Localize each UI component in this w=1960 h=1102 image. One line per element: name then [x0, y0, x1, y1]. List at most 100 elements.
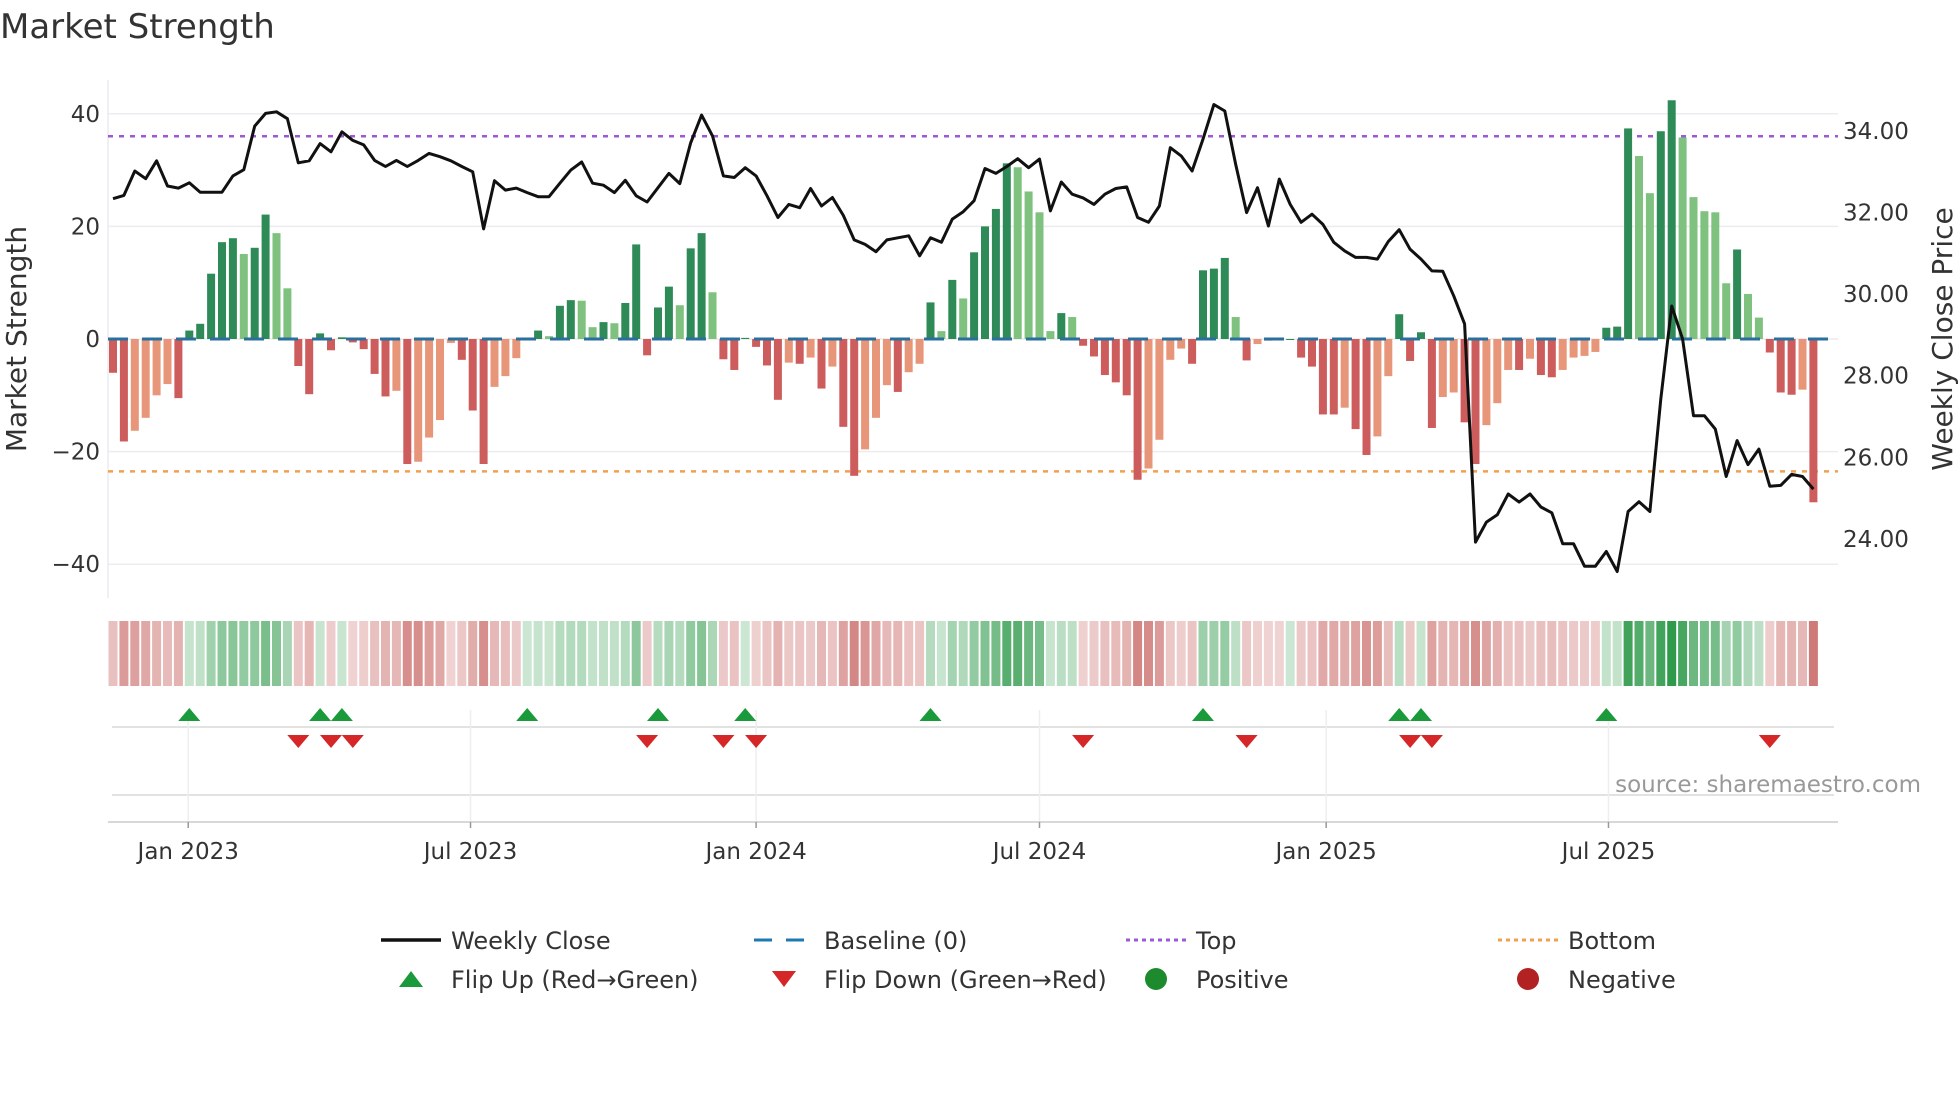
strip-cell: [795, 621, 805, 686]
strip-cell: [1558, 621, 1568, 686]
strength-bar: [741, 337, 750, 339]
flip-up-marker: [1410, 708, 1432, 721]
strength-bar: [1526, 339, 1534, 359]
strength-bar: [1362, 339, 1371, 455]
strength-bar: [468, 339, 477, 411]
strength-bar: [392, 339, 401, 391]
strip-cell: [479, 621, 489, 686]
strength-bar: [1079, 339, 1088, 346]
strip-cell: [664, 621, 674, 686]
strength-bar: [882, 339, 891, 386]
strip-cell: [1634, 621, 1644, 686]
legend-flip-down-green-red-icon: [772, 971, 796, 987]
strip-cell: [1503, 621, 1513, 686]
strength-heat-strip: [108, 621, 1818, 686]
strength-bar: [196, 323, 205, 339]
flip-down-marker: [1235, 735, 1258, 748]
strip-cell: [391, 621, 401, 686]
strip-cell: [184, 621, 194, 686]
strength-bar: [1133, 339, 1142, 480]
strip-cell: [413, 621, 423, 686]
strength-bar: [959, 298, 968, 339]
strip-cell: [620, 621, 630, 686]
y2-tick-label: 26.00: [1843, 445, 1909, 471]
strip-cell: [653, 621, 663, 686]
strength-bar: [359, 339, 368, 350]
strength-bar: [708, 292, 717, 339]
strip-cell: [1754, 621, 1764, 686]
y-tick-label: −40: [51, 552, 100, 578]
strip-cell: [718, 621, 728, 686]
x-tick-label: Jul 2025: [1560, 839, 1656, 865]
strip-cell: [1765, 621, 1775, 686]
strength-bar: [719, 339, 728, 360]
strength-bar: [893, 339, 902, 392]
strength-bar: [1188, 339, 1197, 364]
strength-bar: [1493, 339, 1502, 404]
y2-axis-label: Weekly Close Price: [1926, 207, 1959, 470]
x-tick-label: Jul 2023: [422, 839, 518, 865]
strength-bar: [632, 244, 641, 339]
strip-cell: [1471, 621, 1480, 686]
strip-cell: [1078, 621, 1088, 686]
strength-bar: [828, 339, 837, 367]
strip-cell: [1013, 621, 1023, 686]
strength-bar: [370, 339, 379, 374]
strip-cell: [261, 621, 271, 686]
strength-bar: [261, 214, 270, 339]
strip-cell: [1231, 621, 1241, 686]
strip-cell: [860, 621, 870, 686]
flip-up-marker: [919, 708, 942, 721]
strength-bar: [119, 339, 128, 442]
strip-cell: [1492, 621, 1502, 686]
flip-up-marker: [309, 708, 332, 721]
strip-cell: [555, 621, 565, 686]
strength-bar: [555, 305, 564, 339]
flip-up-marker: [734, 708, 757, 721]
strip-cell: [1721, 621, 1731, 686]
strength-bar: [1351, 339, 1360, 430]
y-tick-label: 0: [85, 327, 100, 353]
strip-cell: [1787, 621, 1797, 686]
strength-bar: [872, 339, 880, 418]
left-axis-ticks: 40 20 0 −20 −40: [51, 102, 100, 578]
strip-cell: [1514, 621, 1524, 686]
strip-cell: [599, 621, 608, 686]
strength-bar: [1111, 339, 1120, 383]
y2-tick-label: 32.00: [1843, 201, 1909, 227]
strip-cell: [1732, 621, 1742, 686]
strength-bar: [1329, 339, 1338, 415]
strip-cell: [588, 621, 598, 686]
strip-cell: [947, 621, 957, 686]
legend: Weekly Close Baseline (0) Top Bottom Flip Up…: [381, 927, 1676, 994]
strength-bar: [228, 238, 237, 339]
flip-up-marker: [1595, 708, 1618, 721]
flip-down-marker: [712, 735, 735, 748]
strength-bar: [1057, 313, 1066, 339]
strip-cell: [304, 621, 314, 686]
flip-down-marker: [320, 735, 342, 748]
strip-cell: [108, 621, 118, 686]
strength-bar: [1558, 339, 1567, 370]
strength-bar: [1318, 339, 1327, 415]
strength-bar: [1406, 339, 1415, 361]
strip-cell: [1481, 621, 1491, 686]
strip-cell: [1536, 621, 1546, 686]
strength-bar: [1100, 339, 1109, 376]
strength-bar: [1155, 339, 1164, 440]
strip-cell: [1220, 621, 1230, 686]
legend-positive-icon: [1145, 968, 1167, 990]
strength-bar: [1504, 339, 1513, 370]
strength-bar: [1635, 156, 1643, 339]
strip-cell: [1362, 621, 1371, 686]
strength-bar: [1754, 317, 1763, 339]
strength-bar: [970, 252, 979, 339]
strength-bar: [1438, 339, 1447, 397]
x-tick-label: Jul 2024: [991, 839, 1087, 865]
strip-cell: [424, 621, 434, 686]
strength-bar: [784, 339, 793, 363]
strip-cell: [228, 621, 238, 686]
strip-cell: [1405, 621, 1415, 686]
strip-cell: [195, 621, 205, 686]
strength-bar: [654, 307, 662, 339]
